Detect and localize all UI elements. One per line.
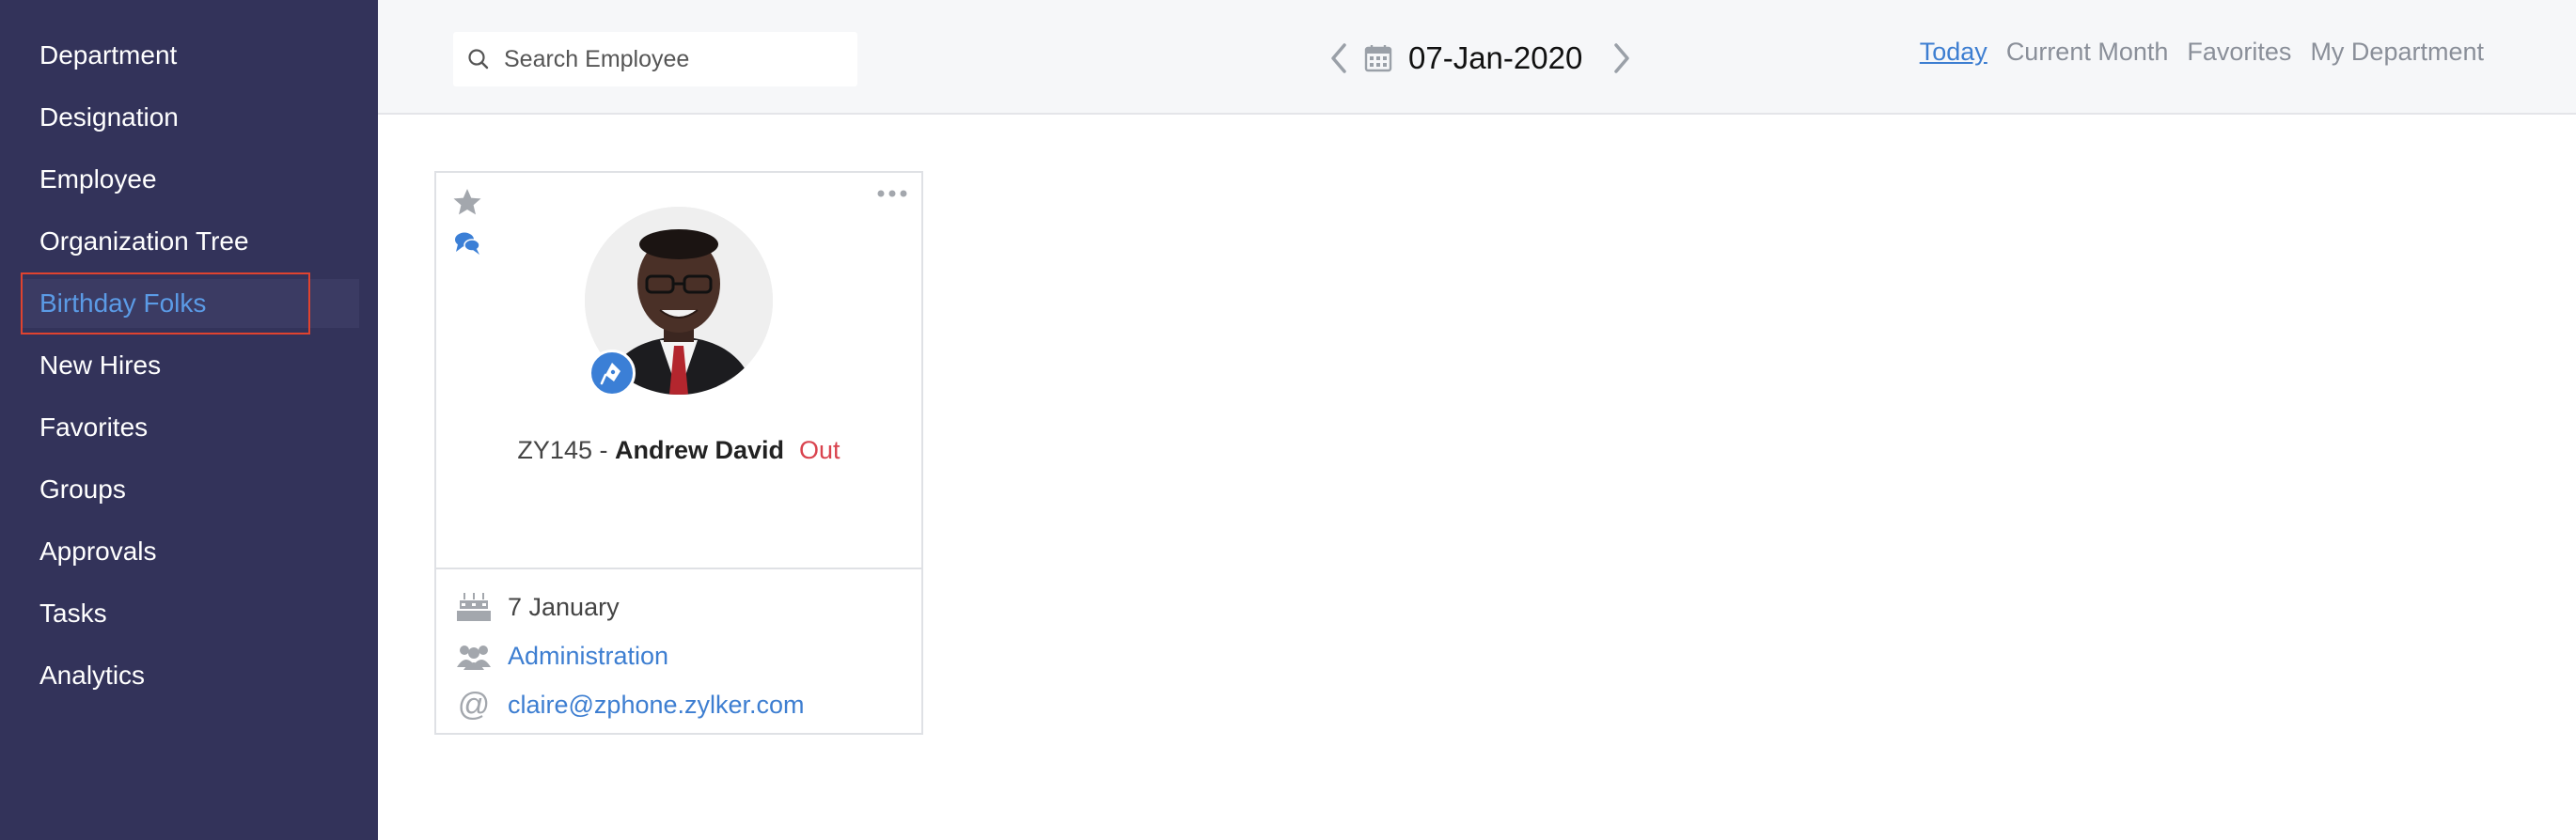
topbar: 07-Jan-2020 Today Current Month Favorite… bbox=[378, 0, 2576, 115]
filter-current-month[interactable]: Current Month bbox=[2006, 38, 2169, 67]
cake-icon bbox=[455, 588, 493, 626]
filter-my-department[interactable]: My Department bbox=[2310, 38, 2484, 67]
sidebar: Department Designation Employee Organiza… bbox=[0, 0, 378, 840]
department-row: Administration bbox=[455, 637, 668, 675]
id-separator: - bbox=[591, 436, 615, 464]
chat-icon[interactable] bbox=[453, 229, 481, 257]
sidebar-item-employee[interactable]: Employee bbox=[21, 155, 359, 204]
date-navigator: 07-Jan-2020 bbox=[1318, 28, 1642, 88]
pen-badge-icon[interactable] bbox=[589, 350, 636, 397]
employee-title: ZY145 - Andrew David Out bbox=[436, 436, 921, 465]
calendar-icon[interactable] bbox=[1359, 28, 1397, 88]
more-icon[interactable] bbox=[876, 186, 908, 201]
star-icon[interactable] bbox=[451, 186, 483, 218]
filter-today[interactable]: Today bbox=[1920, 38, 1987, 67]
chevron-left-icon[interactable] bbox=[1318, 28, 1359, 88]
search-input[interactable] bbox=[504, 45, 842, 73]
email-row: @ claire@zphone.zylker.com bbox=[455, 686, 805, 723]
card-header: ZY145 - Andrew David Out bbox=[436, 173, 921, 568]
filter-favorites[interactable]: Favorites bbox=[2187, 38, 2291, 67]
employee-name[interactable]: Andrew David bbox=[615, 436, 784, 464]
employee-card: ZY145 - Andrew David Out 7 January Admini… bbox=[434, 171, 923, 735]
sidebar-item-groups[interactable]: Groups bbox=[21, 465, 359, 514]
card-details: 7 January Administration @ claire@zphone… bbox=[436, 568, 921, 733]
sidebar-item-birthday-folks[interactable]: Birthday Folks bbox=[21, 279, 359, 328]
chevron-right-icon[interactable] bbox=[1601, 28, 1642, 88]
birthday-row: 7 January bbox=[455, 588, 620, 626]
at-icon: @ bbox=[457, 686, 491, 723]
date-filters: Today Current Month Favorites My Departm… bbox=[1920, 38, 2484, 67]
employee-id: ZY145 bbox=[517, 436, 592, 464]
sidebar-item-organization-tree[interactable]: Organization Tree bbox=[21, 217, 359, 266]
sidebar-item-department[interactable]: Department bbox=[21, 31, 359, 80]
department-link[interactable]: Administration bbox=[508, 642, 668, 671]
sidebar-item-designation[interactable]: Designation bbox=[21, 93, 359, 142]
search-box bbox=[453, 32, 857, 86]
sidebar-item-new-hires[interactable]: New Hires bbox=[21, 341, 359, 390]
sidebar-item-approvals[interactable]: Approvals bbox=[21, 527, 359, 576]
search-icon bbox=[453, 32, 504, 86]
current-date: 07-Jan-2020 bbox=[1408, 40, 1583, 75]
birthday-date: 7 January bbox=[508, 592, 620, 621]
sidebar-item-favorites[interactable]: Favorites bbox=[21, 403, 359, 452]
sidebar-item-analytics[interactable]: Analytics bbox=[21, 651, 359, 700]
group-icon bbox=[455, 637, 493, 675]
email-link[interactable]: claire@zphone.zylker.com bbox=[508, 691, 805, 720]
sidebar-item-tasks[interactable]: Tasks bbox=[21, 589, 359, 638]
status-badge: Out bbox=[799, 436, 840, 464]
